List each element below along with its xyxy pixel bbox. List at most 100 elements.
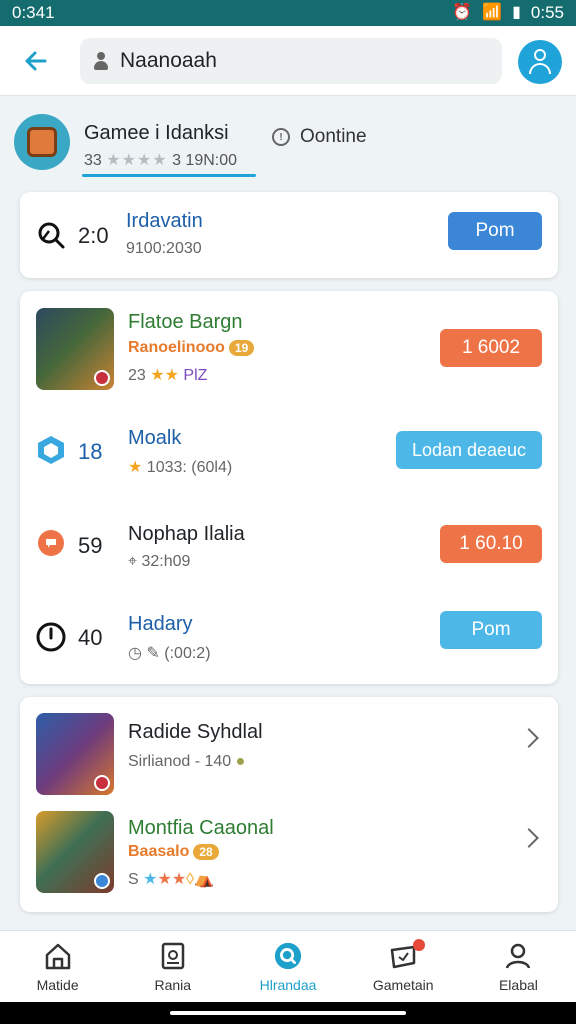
game-pill: 28 (193, 843, 219, 860)
star-icon: ★ (143, 871, 158, 888)
download-button[interactable]: Lodan deaeuc (396, 431, 542, 469)
star-icon: ★★ (150, 367, 179, 384)
online-status[interactable]: ! Oontine (272, 126, 367, 148)
cube-icon (34, 433, 68, 467)
user-icon (534, 49, 546, 61)
bottom-nav: Matide Rania Hlrandaa Gametain Elabal (0, 930, 576, 1002)
featured-play-button[interactable]: Pom (448, 212, 542, 250)
back-arrow-icon (25, 51, 47, 70)
featured-rank: 2:0 (78, 223, 109, 248)
pin-icon: ⌖ (128, 553, 138, 570)
profile-rating: 33 ★★★★ 3 19N:00 (84, 150, 237, 170)
rating-prefix: 33 (84, 152, 102, 169)
nav-label: Hlrandaa (259, 976, 317, 993)
game-meta-text: (:00:2) (164, 645, 211, 662)
status-time-right: 0:55 (530, 3, 564, 22)
nav-item-search[interactable]: Hlrandaa (230, 931, 345, 1002)
tent-icon: ⛺ (194, 871, 214, 888)
shield-icon: ◊ (186, 871, 195, 888)
status-bar: 0:341 ⏰ 📶 ▮ 0:55 (0, 0, 576, 26)
timer-icon (34, 619, 68, 653)
top-bar (0, 26, 576, 96)
nav-label: Gametain (372, 976, 434, 993)
game-meta-extra: PlZ (183, 367, 208, 384)
online-label: Oontine (300, 126, 367, 147)
featured-row: 2:0 Irdavatin 9100:2030 Pom (20, 192, 558, 278)
list-item[interactable]: 18 Moalk ★ 1033: (60l4) Lodan deaeuc (20, 401, 558, 495)
rank-number: 40 (78, 625, 103, 650)
game-price-button[interactable]: 1 6002 (440, 329, 542, 367)
rank-number: 18 (78, 439, 103, 464)
back-button[interactable] (16, 41, 56, 81)
info-icon: ! (272, 128, 290, 146)
game-title: Hadary (128, 613, 193, 635)
nav-item-profile[interactable]: Elabal (461, 931, 576, 1002)
home-indicator[interactable] (170, 1011, 406, 1015)
profile-icon (503, 941, 533, 971)
alarm-icon: ⏰ (452, 4, 473, 21)
game-badge-icon (94, 873, 110, 889)
rating-stars-icon: ★★★★ (106, 152, 168, 169)
wifi-icon: 📶 (482, 4, 503, 21)
game-price-button[interactable]: 1 60.10 (440, 525, 542, 563)
person-icon (94, 51, 108, 70)
search-box[interactable] (80, 37, 502, 84)
star-icon: ★★ (157, 871, 187, 888)
game-meta: ⌖ 32:h09 (128, 553, 190, 571)
nav-label: Elabal (498, 976, 538, 993)
game-meta-text: S (128, 871, 139, 888)
chevron-right-icon[interactable] (519, 728, 539, 748)
play-button[interactable]: Pom (440, 611, 542, 649)
game-tag-text: Baasalo (128, 843, 190, 860)
rank-number: 59 (78, 533, 103, 558)
user-icon-body (529, 63, 551, 74)
magnifier-icon (34, 218, 68, 252)
featured-subtitle: 9100:2030 (126, 240, 202, 257)
game-list-card: Flatoe Bargn Ranoelinooo 19 23 ★★ PlZ 1 6… (20, 291, 558, 684)
profile-name: Gamee i Idanksi (84, 122, 229, 144)
list-item[interactable]: 40 Hadary ◷ ✎ (:00:2) Pom (20, 587, 558, 683)
profile-header: Gamee i Idanksi 33 ★★★★ 3 19N:00 ! Oonti… (14, 112, 562, 182)
edit-icon: ✎ (146, 645, 160, 662)
game-thumbnail (36, 713, 114, 795)
nav-item-rania[interactable]: Rania (115, 931, 230, 1002)
notification-dot (412, 939, 425, 951)
chevron-right-icon[interactable] (519, 828, 539, 848)
featured-card[interactable]: 2:0 Irdavatin 9100:2030 Pom (20, 192, 558, 278)
game-meta: ◷ ✎ (:00:2) (128, 643, 211, 663)
chat-icon (34, 527, 68, 561)
profile-avatar[interactable] (14, 114, 70, 170)
game-meta: Sirlianod - 140 ● (128, 753, 245, 771)
list-item[interactable]: Flatoe Bargn Ranoelinooo 19 23 ★★ PlZ 1 6… (20, 291, 558, 401)
search-icon (273, 941, 303, 971)
recommended-card: Radide Syhdlal Sirlianod - 140 ● Montfia… (20, 697, 558, 912)
clock-icon: ◷ (128, 645, 142, 662)
game-meta-text: 1033: (60l4) (146, 459, 233, 476)
list-item[interactable]: 59 Nophap Ilalia ⌖ 32:h09 1 60.10 (20, 495, 558, 587)
game-tag-text: Ranoelinooo (128, 339, 225, 356)
game-pill: 19 (228, 339, 255, 356)
rating-suffix: 3 19N:00 (172, 152, 238, 169)
game-thumbnail (36, 308, 114, 390)
nav-label: Rania (154, 976, 192, 993)
game-tag: Ranoelinooo 19 (128, 339, 255, 357)
coin-icon: ● (235, 753, 246, 770)
game-meta: ★ 1033: (60l4) (128, 457, 232, 477)
status-time-left: 0:341 (12, 3, 55, 22)
game-title: Montfia Caaonal (128, 817, 274, 839)
list-item[interactable]: Montfia Caaonal Baasalo 28 S ★★★◊⛺ (20, 801, 558, 911)
game-title: Radide Syhdlal (128, 721, 263, 743)
game-badge-icon (94, 775, 110, 791)
battery-icon: ▮ (512, 4, 521, 21)
game-title: Nophap Ilalia (128, 523, 245, 545)
tablet-icon (158, 941, 188, 971)
account-button[interactable] (518, 40, 562, 84)
search-input[interactable] (120, 48, 460, 73)
game-character-icon (27, 127, 57, 157)
star-icon: ★ (128, 459, 143, 476)
nav-item-games[interactable]: Gametain (346, 931, 461, 1002)
tab-underline (82, 174, 256, 177)
nav-item-home[interactable]: Matide (0, 931, 115, 1002)
game-title: Moalk (128, 427, 182, 449)
list-item[interactable]: Radide Syhdlal Sirlianod - 140 ● (20, 697, 558, 801)
